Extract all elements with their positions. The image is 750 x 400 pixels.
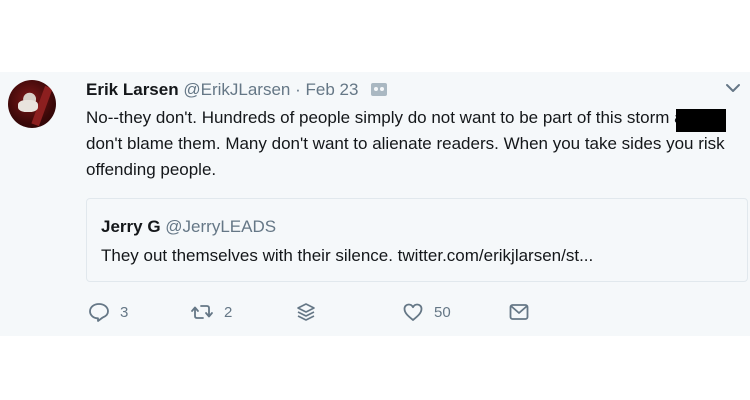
message-button[interactable]	[508, 300, 530, 324]
avatar[interactable]	[8, 80, 56, 128]
layers-icon	[296, 302, 316, 322]
tweet-card[interactable]: Erik Larsen @ErikJLarsen · Feb 23 No--th…	[0, 72, 750, 336]
quoted-tweet-text: They out themselves with their silence. …	[101, 246, 594, 265]
separator: ·	[295, 80, 301, 99]
heart-icon	[402, 301, 424, 323]
reply-button[interactable]: 3	[88, 300, 128, 324]
quoted-tweet[interactable]: Jerry G @JerryLEADS They out themselves …	[86, 198, 748, 282]
like-count: 50	[434, 303, 451, 321]
chevron-down-icon[interactable]	[724, 81, 742, 95]
redaction-box	[676, 109, 726, 132]
avatar-face	[18, 100, 38, 112]
envelope-icon	[508, 302, 530, 322]
bot-icon	[371, 83, 387, 96]
retweet-count: 2	[224, 303, 233, 321]
tweet-date[interactable]: Feb 23	[306, 80, 359, 99]
quoted-tweet-header: Jerry G @JerryLEADS	[101, 217, 276, 237]
tweet-header: Erik Larsen @ErikJLarsen · Feb 23	[86, 80, 358, 100]
like-button[interactable]: 50	[402, 300, 451, 324]
reply-icon	[88, 301, 110, 323]
quoted-author-name: Jerry G	[101, 217, 161, 236]
reply-count: 3	[120, 303, 129, 321]
retweet-icon	[190, 301, 214, 323]
author-name[interactable]: Erik Larsen	[86, 80, 179, 99]
tweet-text: No--they don't. Hundreds of people simpl…	[86, 108, 725, 179]
quoted-author-handle: @JerryLEADS	[165, 217, 277, 236]
tweet-actions: 3 2 50	[86, 300, 546, 324]
layers-button[interactable]	[296, 300, 316, 324]
retweet-button[interactable]: 2	[190, 300, 232, 324]
author-handle[interactable]: @ErikJLarsen	[183, 80, 290, 99]
